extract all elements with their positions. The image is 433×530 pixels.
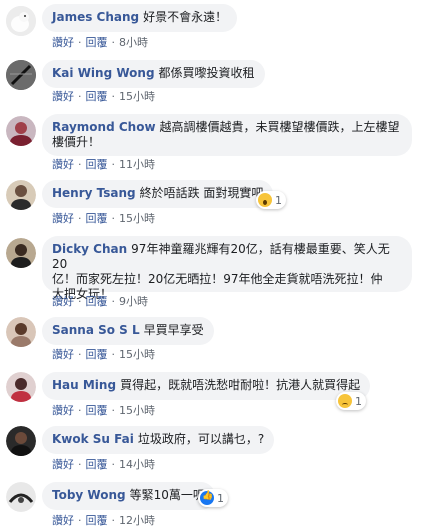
reaction-count: 1 <box>217 491 224 505</box>
timestamp[interactable]: 14小時 <box>119 458 155 471</box>
reaction-badge[interactable]: 1 <box>256 191 286 209</box>
comment-actions: 讚好 · 回覆 · 15小時 <box>52 90 155 103</box>
comment-bubble: James Chang 好景不會永遠！ <box>42 4 238 32</box>
comment-actions: 讚好 · 回覆 · 8小時 <box>52 36 148 49</box>
reply-link[interactable]: 回覆 <box>86 295 108 308</box>
comment-bubble: Kwok Su Fai 垃圾政府，可以講乜，? <box>42 426 275 454</box>
like-link[interactable]: 讚好 <box>52 90 74 103</box>
comment-actions: 讚好 · 回覆 · 15小時 <box>52 404 155 417</box>
comment-bubble: Hau Ming 買得起，既就唔洗愁咁耐啦！抗港人就買得起 <box>42 372 371 400</box>
comment-author[interactable]: James Chang <box>52 10 139 24</box>
comment-actions: 讚好 · 回覆 · 9小時 <box>52 295 148 308</box>
comment-bubble: Henry Tsang 終於唔話跌 面對現實吧 <box>42 180 274 208</box>
comment-actions: 讚好 · 回覆 · 15小時 <box>52 212 155 225</box>
avatar[interactable] <box>6 426 36 456</box>
comment-text: 等緊10萬一呎 <box>129 488 205 502</box>
like-reaction-icon <box>200 491 214 505</box>
comment-author[interactable]: Sanna So S L <box>52 323 140 337</box>
avatar[interactable] <box>6 372 36 402</box>
like-link[interactable]: 讚好 <box>52 348 74 361</box>
comment-text: 買得起，既就唔洗愁咁耐啦！抗港人就買得起 <box>120 378 361 392</box>
comment-author[interactable]: Raymond Chow <box>52 120 156 134</box>
comment-bubble: Sanna So S L 早買早享受 <box>42 317 214 345</box>
timestamp[interactable]: 15小時 <box>119 212 155 225</box>
comment-text: 好景不會永遠！ <box>143 10 228 24</box>
timestamp[interactable]: 15小時 <box>119 90 155 103</box>
avatar[interactable] <box>6 60 36 90</box>
comment-actions: 讚好 · 回覆 · 12小時 <box>52 514 155 527</box>
comment-bubble: Raymond Chow 越高調樓價越貴，未買樓望樓價跌，上左樓望樓價升！ <box>42 114 412 156</box>
comment-text: 終於唔話跌 面對現實吧 <box>139 186 264 200</box>
avatar[interactable] <box>6 6 36 36</box>
sad-reaction-icon <box>338 394 352 408</box>
reply-link[interactable]: 回覆 <box>86 404 108 417</box>
like-link[interactable]: 讚好 <box>52 36 74 49</box>
comment-bubble: Toby Wong 等緊10萬一呎 <box>42 482 215 510</box>
like-link[interactable]: 讚好 <box>52 212 74 225</box>
reaction-badge[interactable]: 1 <box>198 489 228 507</box>
reaction-count: 1 <box>355 394 362 408</box>
comment-text: 都係買嚟投資收租 <box>158 66 255 80</box>
reply-link[interactable]: 回覆 <box>86 514 108 527</box>
reply-link[interactable]: 回覆 <box>86 158 108 171</box>
comment-author[interactable]: Toby Wong <box>52 488 126 502</box>
comment-author[interactable]: Dicky Chan <box>52 242 127 256</box>
comment-bubble: Kai Wing Wong 都係買嚟投資收租 <box>42 60 265 88</box>
wow-reaction-icon <box>258 193 272 207</box>
comment-text: 垃圾政府，可以講乜，? <box>137 432 265 446</box>
comment-author[interactable]: Kwok Su Fai <box>52 432 134 446</box>
timestamp[interactable]: 12小時 <box>119 514 155 527</box>
like-link[interactable]: 讚好 <box>52 404 74 417</box>
comment-list: James Chang 好景不會永遠！ 讚好 · 回覆 · 8小時 Kai Wing Wo… <box>0 0 433 530</box>
avatar[interactable] <box>6 317 36 347</box>
comment-text-line2: 樓價升！ <box>52 135 101 149</box>
timestamp[interactable]: 15小時 <box>119 348 155 361</box>
comment-actions: 讚好 · 回覆 · 14小時 <box>52 458 155 471</box>
like-link[interactable]: 讚好 <box>52 514 74 527</box>
comment-actions: 讚好 · 回覆 · 15小時 <box>52 348 155 361</box>
avatar[interactable] <box>6 116 36 146</box>
reply-link[interactable]: 回覆 <box>86 212 108 225</box>
avatar[interactable] <box>6 482 36 512</box>
reply-link[interactable]: 回覆 <box>86 348 108 361</box>
comment-actions: 讚好 · 回覆 · 11小時 <box>52 158 155 171</box>
timestamp[interactable]: 11小時 <box>119 158 155 171</box>
comment-text: 越高調樓價越貴，未買樓望樓價跌，上左樓望 <box>159 120 400 134</box>
avatar[interactable] <box>6 180 36 210</box>
reply-link[interactable]: 回覆 <box>86 36 108 49</box>
comment-text-line2: 亿！而家死左拉！20亿无晒拉！97年他全走貨就唔洗死拉！仲 <box>52 272 383 286</box>
comment-author[interactable]: Hau Ming <box>52 378 116 392</box>
like-link[interactable]: 讚好 <box>52 295 74 308</box>
comment-bubble: Dicky Chan 97年神童羅兆輝有20亿，話有樓最重要、笑人无20 亿！而家死… <box>42 236 412 301</box>
like-link[interactable]: 讚好 <box>52 458 74 471</box>
like-link[interactable]: 讚好 <box>52 158 74 171</box>
comment-author[interactable]: Henry Tsang <box>52 186 136 200</box>
avatar[interactable] <box>6 238 36 268</box>
timestamp[interactable]: 15小時 <box>119 404 155 417</box>
timestamp[interactable]: 8小時 <box>119 36 148 49</box>
comment-text: 早買早享受 <box>143 323 204 337</box>
reaction-badge[interactable]: 1 <box>336 392 366 410</box>
reaction-count: 1 <box>275 193 282 207</box>
timestamp[interactable]: 9小時 <box>119 295 148 308</box>
reply-link[interactable]: 回覆 <box>86 90 108 103</box>
comment-author[interactable]: Kai Wing Wong <box>52 66 155 80</box>
reply-link[interactable]: 回覆 <box>86 458 108 471</box>
